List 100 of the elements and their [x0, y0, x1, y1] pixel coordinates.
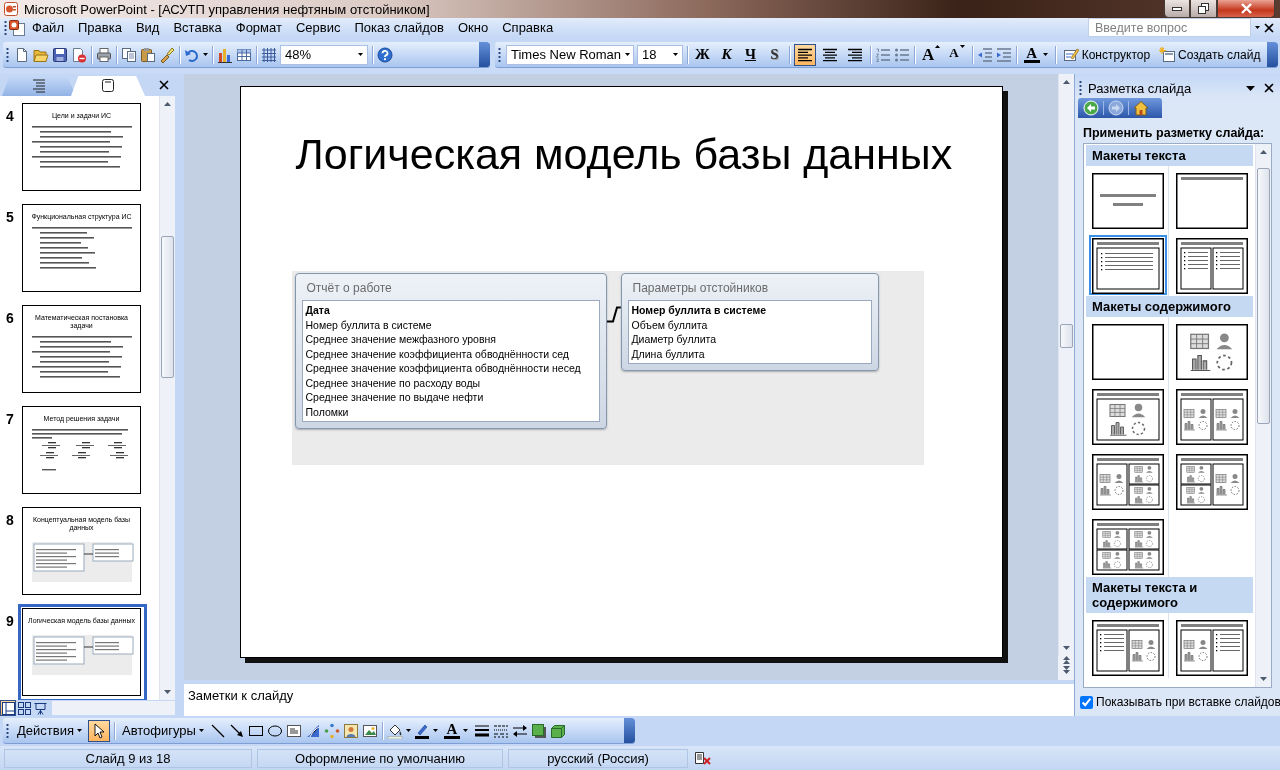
layout-thumbnail[interactable] — [1173, 170, 1251, 230]
layout-thumbnail[interactable] — [1089, 516, 1167, 576]
decrease-indent-icon[interactable] — [976, 46, 993, 63]
3d-box-icon[interactable] — [549, 722, 566, 739]
font-color-button[interactable]: A — [1020, 43, 1051, 66]
scroll-down-arrow-icon[interactable] — [164, 690, 171, 694]
increase-font-size-button[interactable]: A — [919, 43, 944, 66]
layout-thumbnail[interactable] — [1089, 617, 1167, 677]
normal-view-button[interactable] — [0, 700, 16, 716]
italic-button[interactable]: К — [716, 43, 737, 66]
layout-thumbnail[interactable] — [1173, 235, 1251, 295]
scroll-up-arrow-icon[interactable] — [1063, 80, 1070, 84]
vertical-scrollbar[interactable] — [1058, 74, 1074, 656]
menu-item[interactable]: Вставка — [166, 18, 229, 38]
ellipse-icon[interactable] — [266, 722, 283, 739]
scroll-down-arrow-icon[interactable] — [1063, 646, 1070, 650]
spelling-error-icon[interactable] — [693, 750, 711, 766]
designer-button[interactable]: Конструктор — [1059, 43, 1154, 66]
caret-icon[interactable] — [624, 53, 630, 57]
restore-button[interactable] — [1190, 0, 1217, 18]
align-left-button[interactable] — [794, 43, 816, 66]
show-on-insert-checkbox[interactable] — [1080, 695, 1093, 709]
caret-icon[interactable] — [203, 53, 208, 57]
line-style-icon[interactable] — [473, 722, 490, 739]
diagram-icon[interactable] — [323, 722, 340, 739]
bullets-icon[interactable] — [894, 46, 910, 63]
menu-item[interactable]: Окно — [451, 18, 496, 38]
layout-thumbnail[interactable] — [1173, 617, 1251, 677]
caret-icon[interactable] — [76, 729, 82, 732]
autoshapes-menu-button[interactable]: Автофигуры — [118, 719, 207, 742]
notes-pane-text[interactable]: Заметки к слайду — [188, 688, 294, 712]
line-color-icon[interactable] — [413, 722, 430, 739]
scrollbar-thumb[interactable] — [1060, 324, 1073, 348]
close-button[interactable] — [1217, 0, 1275, 18]
dropdown-caret-icon[interactable] — [1255, 26, 1260, 30]
layout-thumbnail[interactable] — [1089, 321, 1167, 381]
dash-style-icon[interactable] — [492, 722, 509, 739]
caret-icon[interactable] — [432, 729, 438, 732]
horizontal-scrollbar[interactable] — [52, 701, 175, 715]
help-search-field[interactable]: Введите вопрос — [1088, 18, 1251, 38]
menu-item[interactable]: Файл — [25, 18, 71, 38]
permission-icon[interactable] — [71, 46, 87, 63]
arrow-icon[interactable] — [228, 722, 245, 739]
format-painter-icon[interactable] — [159, 46, 175, 63]
clip-art-icon[interactable] — [342, 722, 359, 739]
menu-bar-handle[interactable] — [4, 19, 7, 36]
save-icon[interactable] — [52, 46, 68, 63]
document-icon[interactable] — [9, 19, 25, 36]
shadow-button[interactable]: S — [764, 43, 785, 66]
sorter-view-button[interactable] — [16, 700, 32, 716]
font-combo[interactable]: Times New Roman — [506, 44, 634, 65]
caret-icon[interactable] — [198, 729, 204, 732]
caret-icon[interactable] — [405, 729, 411, 732]
layout-thumbnail[interactable] — [1089, 170, 1167, 230]
layout-thumbnail[interactable] — [1089, 386, 1167, 446]
toolbar-handle[interactable] — [6, 722, 9, 739]
menu-item[interactable]: Показ слайдов — [347, 18, 451, 38]
new-document-icon[interactable] — [14, 46, 30, 63]
vertical-scrollbar[interactable] — [159, 96, 175, 700]
numbering-icon[interactable] — [875, 46, 891, 63]
text-box-icon[interactable] — [285, 722, 302, 739]
underline-button[interactable]: Ч — [740, 43, 761, 66]
toolbar-options-button[interactable] — [479, 42, 490, 68]
print-icon[interactable] — [96, 46, 112, 63]
zoom-combo[interactable]: 48% — [280, 44, 368, 65]
line-icon[interactable] — [209, 722, 226, 739]
caret-icon[interactable] — [462, 729, 468, 732]
help-icon[interactable] — [377, 46, 393, 63]
close-icon[interactable] — [1264, 83, 1274, 93]
bold-button[interactable]: Ж — [692, 43, 713, 66]
close-icon[interactable] — [1264, 22, 1274, 33]
menu-item[interactable]: Формат — [228, 18, 289, 38]
paste-icon[interactable] — [140, 46, 156, 63]
home-icon[interactable] — [1133, 100, 1149, 116]
copy-icon[interactable] — [121, 46, 137, 63]
new-slide-button[interactable]: Создать слайд — [1156, 43, 1264, 66]
layout-thumbnail[interactable] — [1173, 321, 1251, 381]
close-icon[interactable] — [159, 80, 169, 90]
minimize-button[interactable] — [1164, 0, 1190, 18]
caret-icon[interactable] — [358, 53, 363, 57]
menu-item[interactable]: Вид — [128, 18, 167, 38]
caret-icon[interactable] — [1042, 53, 1048, 57]
next-slide-icon[interactable] — [1062, 666, 1070, 674]
decrease-font-size-button[interactable]: A — [946, 43, 968, 66]
scrollbar-thumb[interactable] — [161, 236, 174, 378]
menu-item[interactable]: Сервис — [288, 18, 348, 38]
scroll-up-arrow-icon[interactable] — [164, 102, 171, 106]
show-view-button[interactable] — [32, 700, 48, 716]
chart-icon[interactable] — [217, 46, 233, 63]
app-icon[interactable] — [3, 1, 19, 17]
layout-thumbnail[interactable] — [1089, 235, 1167, 295]
toolbar-options-button[interactable] — [1267, 42, 1278, 68]
actions-menu-button[interactable]: Действия — [14, 719, 85, 742]
shadow-icon[interactable] — [530, 722, 547, 739]
select-objects-button[interactable] — [87, 719, 110, 742]
vertical-scrollbar[interactable] — [1255, 144, 1271, 687]
font-size-combo[interactable]: 18 — [637, 44, 683, 65]
font-color-button[interactable]: A — [440, 719, 471, 742]
fill-color-icon[interactable] — [386, 722, 403, 739]
arrow-style-icon[interactable] — [511, 722, 528, 739]
